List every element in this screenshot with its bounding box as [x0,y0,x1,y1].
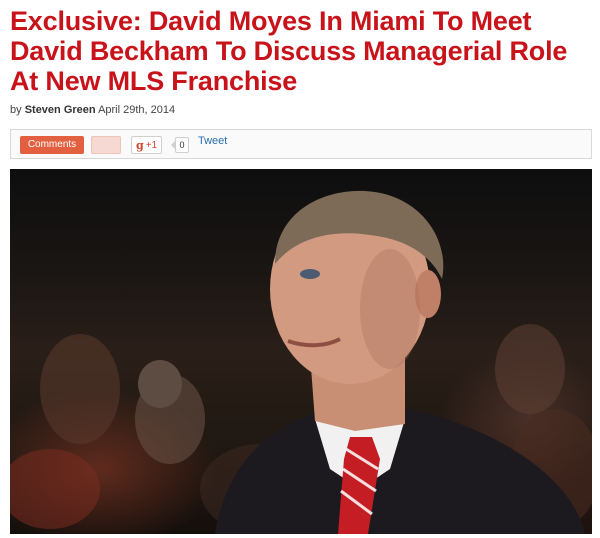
byline-prefix: by [10,104,22,116]
byline: by Steven Green April 29th, 2014 [10,104,175,116]
google-plus-icon: g [136,138,144,152]
article-photo [10,169,592,534]
google-plus-button[interactable]: g +1 [131,136,163,154]
google-plus-count: 0 [171,137,189,153]
tweet-button[interactable]: Tweet [198,135,227,147]
publish-date: April 29th, 2014 [98,104,176,116]
google-plus-label: +1 [145,139,158,151]
author-name[interactable]: Steven Green [25,104,96,116]
comments-button[interactable]: Comments [20,136,84,154]
article-headline: Exclusive: David Moyes In Miami To Meet … [10,6,568,96]
man-in-suit-photo-icon [10,190,592,534]
share-button[interactable] [91,136,121,154]
social-share-bar: Comments g +1 0 Tweet [10,129,592,159]
